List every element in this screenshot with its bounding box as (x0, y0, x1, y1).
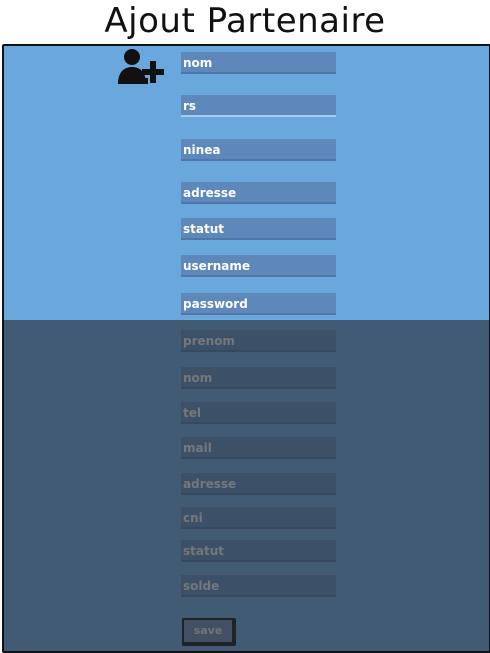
partner-adresse-field[interactable]: adresse (181, 182, 336, 204)
user-adresse-field[interactable]: adresse (181, 473, 336, 495)
username-field[interactable]: username (181, 255, 336, 277)
user-statut-field[interactable]: statut (181, 540, 336, 562)
add-user-icon (116, 48, 166, 88)
user-solde-field[interactable]: solde (181, 575, 336, 597)
save-button[interactable]: save (182, 618, 236, 646)
partner-nom-field[interactable]: nom (181, 52, 336, 74)
user-mail-field[interactable]: mail (181, 437, 336, 459)
user-nom-field[interactable]: nom (181, 367, 336, 389)
partner-statut-field[interactable]: statut (181, 218, 336, 240)
page: Ajout Partenaire nom rs ninea adresse st… (0, 0, 490, 653)
user-prenom-field[interactable]: prenom (181, 330, 336, 352)
password-field[interactable]: password (181, 293, 336, 315)
user-cni-field[interactable]: cni (181, 507, 336, 529)
page-title: Ajout Partenaire (104, 1, 386, 41)
partner-ninea-field[interactable]: ninea (181, 139, 336, 161)
form-panel: nom rs ninea adresse statut username pas… (2, 44, 490, 653)
user-tel-field[interactable]: tel (181, 402, 336, 424)
partner-rs-field[interactable]: rs (181, 95, 336, 117)
